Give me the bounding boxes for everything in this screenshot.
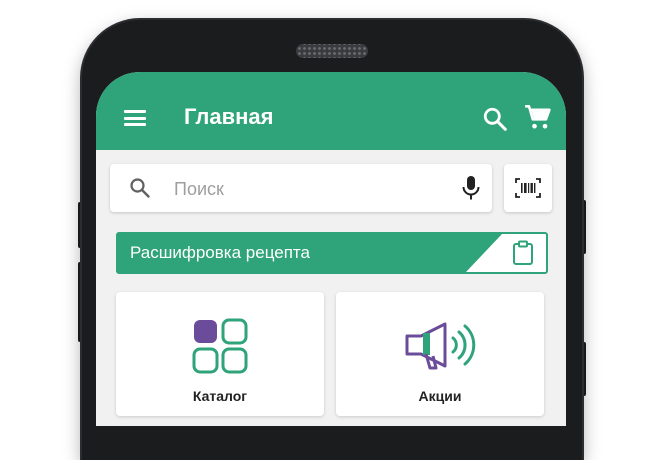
hamburger-menu-icon[interactable] (124, 110, 146, 126)
banner-corner (466, 234, 546, 272)
phone-speaker (296, 44, 368, 58)
catalog-grid-icon (192, 318, 248, 374)
microphone-icon[interactable] (460, 175, 482, 201)
app-bar: Главная (96, 72, 566, 150)
phone-screen: Главная Поиск Расшифровка рецепта Катало… (96, 72, 566, 426)
search-input[interactable] (172, 174, 446, 204)
promotions-tile[interactable]: Акции (336, 292, 544, 416)
catalog-label: Каталог (192, 388, 248, 404)
catalog-tile[interactable]: Каталог (116, 292, 324, 416)
clipboard-icon (513, 240, 533, 265)
page-title: Главная (184, 104, 274, 129)
promotions-label: Акции (418, 388, 462, 404)
search-icon[interactable] (482, 106, 508, 132)
search-bar[interactable] (110, 164, 492, 212)
recipe-banner-label: Расшифровка рецепта (130, 243, 310, 262)
barcode-scanner-button[interactable] (504, 164, 552, 212)
megaphone-icon (405, 322, 476, 370)
barcode-scanner-icon (515, 178, 541, 198)
recipe-decode-banner[interactable]: Расшифровка рецепта (116, 232, 548, 274)
search-icon (130, 178, 150, 198)
shopping-cart-icon[interactable] (524, 104, 552, 132)
